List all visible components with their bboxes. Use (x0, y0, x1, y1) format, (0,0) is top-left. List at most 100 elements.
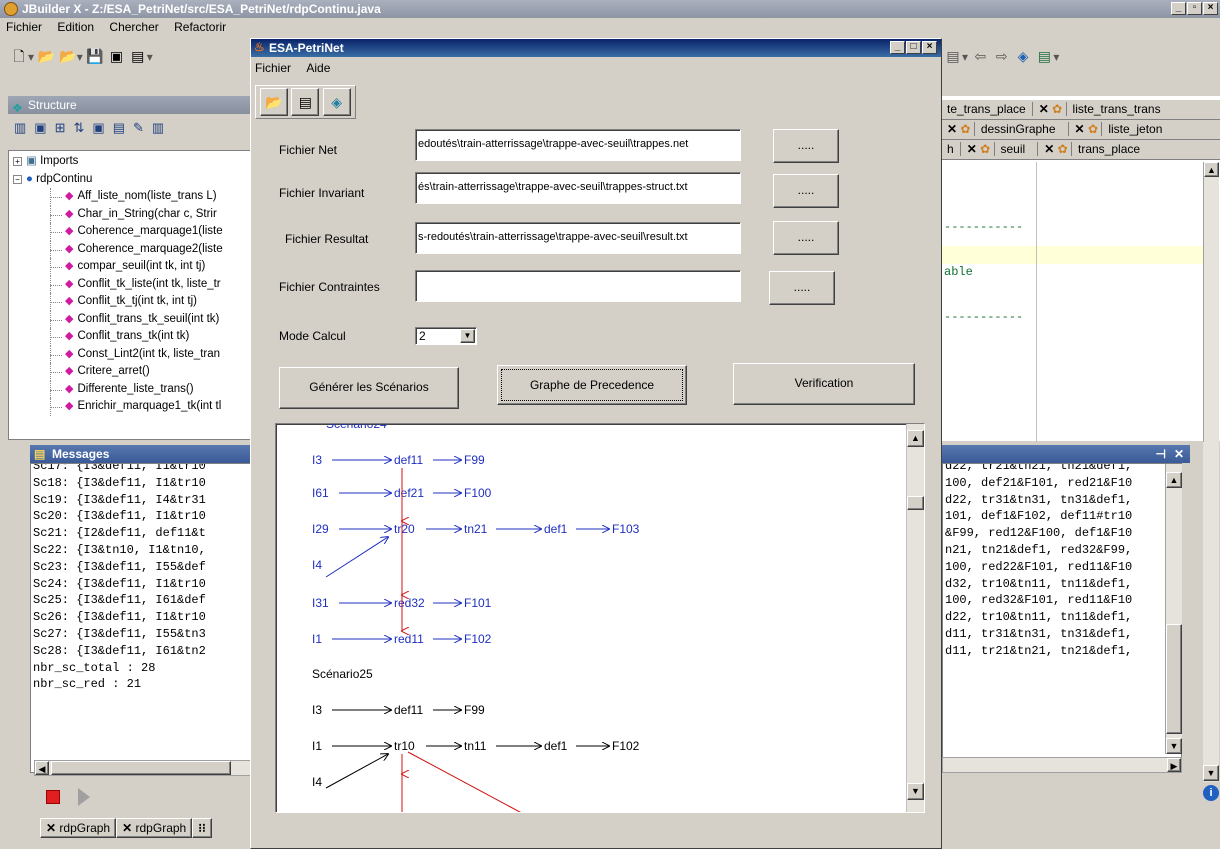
esa-minimize-button[interactable]: _ (890, 41, 905, 54)
tab-close-icon[interactable]: ✕ (1075, 122, 1085, 136)
print-icon[interactable]: ▤ (129, 47, 147, 65)
tab-liste-jeton[interactable]: ✕ ✿ liste_jeton (1067, 122, 1175, 136)
scroll-left-arrow[interactable]: ◀ (35, 761, 49, 775)
tree-method-item[interactable]: ◆ Coherence_marquage2(liste (9, 240, 251, 259)
scroll-up-arrow[interactable]: ▲ (1204, 162, 1219, 177)
tree-method-item[interactable]: ◆ Differente_liste_trans() (9, 380, 251, 399)
tree-method-item[interactable]: ◆ Conflit_trans_tk_seuil(int tk) (9, 310, 251, 329)
menu-fichier[interactable]: Fichier (6, 20, 42, 34)
help-icon[interactable]: ◈ (1014, 47, 1032, 65)
close-button[interactable]: × (1203, 2, 1218, 15)
menu-refactorir[interactable]: Refactorir (174, 20, 226, 34)
tab-liste-trans-trans[interactable]: ✕ ✿ liste_trans_trans (1031, 102, 1173, 116)
tree-class[interactable]: − ● rdpContinu (9, 171, 251, 189)
tab-close-icon[interactable]: ✕ (947, 122, 957, 136)
structure-filter-icon[interactable]: ▣ (34, 120, 54, 135)
tree-method-item[interactable]: ◆ Const_Lint2(int tk, liste_tran (9, 345, 251, 364)
editor-vscrollbar[interactable]: ▲ (1203, 162, 1219, 442)
esa-menu-aide[interactable]: Aide (306, 61, 330, 75)
structure-view-icon[interactable]: ▥ (14, 120, 34, 135)
back-arrow-icon[interactable]: ⇦ (971, 47, 989, 65)
browse-net-button[interactable]: ..... (773, 129, 839, 163)
tab-close-icon[interactable]: ✕ (46, 821, 56, 835)
tree-method-item[interactable]: ◆ compar_seuil(int tk, int tj) (9, 258, 251, 276)
help-book-icon[interactable]: ◈ (322, 88, 351, 116)
scroll-thumb[interactable] (1166, 624, 1182, 734)
scroll-thumb[interactable] (907, 496, 924, 510)
messages-close-icon[interactable]: ✕ (1174, 445, 1184, 463)
tree-method-item[interactable]: ◆ Conflit_trans_tk(int tk) (9, 328, 251, 346)
tab-close-icon[interactable]: ✕ (1039, 102, 1049, 116)
structure-tool-icon[interactable]: ✎ (133, 120, 152, 135)
scroll-thumb[interactable] (51, 761, 231, 775)
messages-hscrollbar-left[interactable]: ◀ (34, 760, 254, 776)
tab-liste-trans-place[interactable]: te_trans_place (940, 102, 1032, 116)
scroll-right-arrow[interactable]: ▶ (1167, 758, 1181, 772)
tab-trans-place[interactable]: ✕ ✿ trans_place (1037, 142, 1153, 156)
save-icon[interactable]: 💾 (86, 47, 104, 65)
reopen-file-icon[interactable]: 📂 (59, 47, 77, 65)
scroll-down-arrow[interactable]: ▼ (1166, 738, 1182, 754)
browse-invariant-button[interactable]: ..... (773, 174, 839, 208)
tree-method-item[interactable]: ◆ Critere_arret() (9, 363, 251, 381)
structure-expand-icon[interactable]: ⊞ (55, 120, 74, 135)
tab-close-icon[interactable]: ✕ (967, 142, 977, 156)
structure-public-icon[interactable]: ▣ (92, 120, 112, 135)
esa-maximize-button[interactable]: □ (906, 41, 921, 54)
info-icon[interactable]: i (1203, 785, 1219, 801)
run-button[interactable] (78, 788, 90, 806)
main-vscrollbar[interactable] (1203, 442, 1219, 782)
tab-seuil[interactable]: ✕ ✿ seuil (959, 142, 1038, 156)
scroll-down-arrow[interactable]: ▼ (1203, 765, 1219, 781)
fichier-resultat-field[interactable]: s-redoutés\train-atterrissage\trappe-ave… (415, 222, 741, 254)
scroll-down-arrow[interactable]: ▼ (907, 783, 924, 800)
fichier-net-field[interactable]: edoutés\train-atterrissage\trappe-avec-s… (415, 129, 741, 161)
run-config-icon[interactable]: ▤ (1035, 47, 1053, 65)
tree-method-item[interactable]: ◆ Conflit_tk_liste(int tk, liste_tr (9, 275, 251, 294)
new-file-icon[interactable]: 🗋 (10, 47, 28, 65)
collapse-minus-icon[interactable]: − (13, 174, 22, 184)
graph-vscrollbar[interactable]: ▲ ▼ (906, 424, 924, 812)
open-file-icon[interactable]: 📂 (37, 47, 55, 65)
tree-method-item[interactable]: ◆ Aff_liste_nom(liste_trans L) (9, 188, 251, 206)
save-doc-icon[interactable]: ▤ (291, 88, 320, 116)
verification-button[interactable]: Verification (733, 363, 915, 405)
save-all-icon[interactable]: ▣ (107, 47, 125, 65)
open-folder-icon[interactable]: 📂 (260, 88, 288, 116)
fichier-contraintes-field[interactable] (415, 270, 741, 302)
tab-close-icon[interactable]: ✕ (1044, 142, 1054, 156)
history-icon[interactable]: ▤ (944, 47, 962, 65)
esa-menu-fichier[interactable]: Fichier (255, 61, 291, 75)
tab-close-icon[interactable]: ✕ (122, 821, 132, 835)
menu-chercher[interactable]: Chercher (109, 20, 158, 34)
tree-imports[interactable]: + ▣ Imports (9, 153, 251, 171)
fichier-invariant-field[interactable]: és\train-atterrissage\trappe-avec-seuil\… (415, 172, 741, 204)
stop-button[interactable] (46, 790, 60, 804)
structure-hierarchy-icon[interactable]: ▤ (113, 120, 133, 135)
messages-hscrollbar-right[interactable]: ▶ (942, 757, 1182, 773)
forward-arrow-icon[interactable]: ⇨ (993, 47, 1011, 65)
structure-options-icon[interactable]: ▥ (152, 120, 172, 135)
browse-contraintes-button[interactable]: ..... (769, 271, 835, 305)
expand-plus-icon[interactable]: + (13, 157, 22, 166)
tree-method-item[interactable]: ◆ Char_in_String(char c, Strir (9, 205, 251, 224)
restore-button[interactable]: ▫ (1187, 2, 1202, 15)
messages-vscrollbar[interactable]: ▲ ▼ (1165, 464, 1182, 754)
structure-sort-icon[interactable]: ⇅ (74, 120, 93, 135)
menu-edition[interactable]: Edition (57, 20, 94, 34)
minimize-button[interactable]: _ (1171, 2, 1186, 15)
mode-calcul-select[interactable]: 2 ▼ (415, 327, 477, 345)
graphe-precedence-button[interactable]: Graphe de Precedence (497, 365, 687, 405)
tree-method-item[interactable]: ◆ Conflit_tk_tj(int tk, int tj) (9, 293, 251, 311)
generer-scenarios-button[interactable]: Générer les Scénarios (279, 367, 459, 409)
tab-rdpgraph-2[interactable]: ✕ rdpGraph (116, 818, 193, 838)
tab-h[interactable]: h (940, 142, 960, 156)
tab-dessin-graphe[interactable]: ✕ ✿ dessinGraphe (940, 122, 1068, 136)
scroll-up-arrow[interactable]: ▲ (907, 430, 924, 447)
esa-close-button[interactable]: × (922, 41, 937, 54)
tree-method-item[interactable]: ◆ Coherence_marquage1(liste (9, 223, 251, 241)
tab-rdpgraph-1[interactable]: ✕ rdpGraph (40, 818, 117, 838)
scroll-up-arrow[interactable]: ▲ (1166, 472, 1182, 488)
chevron-down-icon[interactable]: ▼ (460, 329, 475, 343)
browse-resultat-button[interactable]: ..... (773, 221, 839, 255)
